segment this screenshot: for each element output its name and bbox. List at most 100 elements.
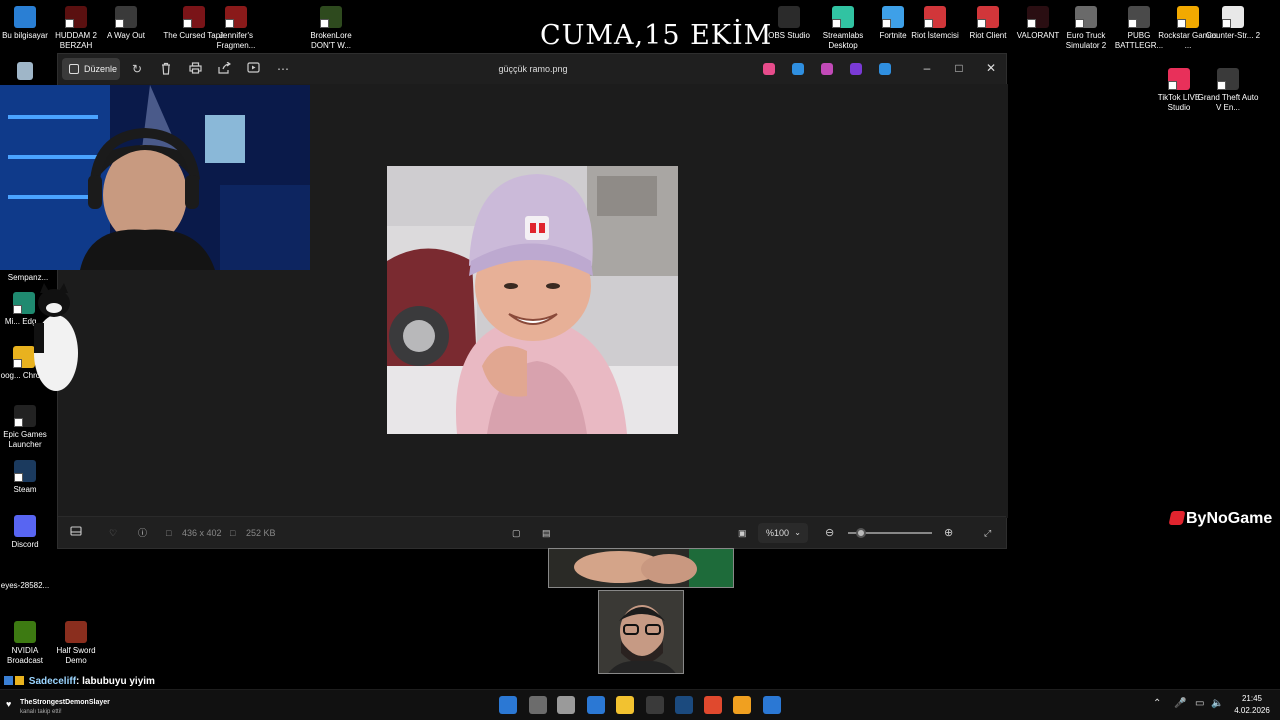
app-icon bbox=[14, 621, 36, 643]
snipping-tool-icon[interactable] bbox=[557, 696, 575, 714]
zoom-out-icon[interactable]: ⊖ bbox=[825, 526, 834, 540]
webcam-overlay-guest bbox=[598, 590, 684, 674]
favorite-icon[interactable]: ♡ bbox=[109, 526, 117, 540]
desktop-icon-label: Jennifer's Fragmen... bbox=[216, 31, 256, 50]
system-clock[interactable]: 21:45 4.02.2026 bbox=[1228, 693, 1276, 717]
desktop-icon[interactable]: Grand Theft Auto V En... bbox=[1197, 68, 1259, 113]
desktop-icon-label: Counter-Str... 2 bbox=[1205, 31, 1261, 40]
bynogame-text: ByNoGame bbox=[1186, 510, 1273, 527]
desktop-icon[interactable]: Epic Games Launcher bbox=[0, 405, 56, 450]
desktop-icon-label: Half Sword Demo bbox=[56, 646, 96, 665]
desktop-icon-label: Sempanz... bbox=[7, 273, 49, 282]
app-icon bbox=[225, 6, 247, 28]
zoom-slider[interactable] bbox=[848, 528, 932, 538]
app-icon bbox=[183, 6, 205, 28]
recycle-bin-icon[interactable] bbox=[0, 62, 56, 83]
task-view-icon[interactable] bbox=[529, 696, 547, 714]
start-icon[interactable] bbox=[499, 696, 517, 714]
chat-text: : labubuyu yiyim bbox=[76, 676, 155, 687]
visual-search-icon[interactable]: ▢ bbox=[512, 526, 521, 540]
filmstrip-icon[interactable] bbox=[70, 526, 82, 540]
photos-app-icon[interactable] bbox=[587, 696, 605, 714]
minimize-button[interactable]: – bbox=[920, 61, 934, 75]
text-scan-icon[interactable]: ▤ bbox=[542, 526, 551, 540]
app-icon bbox=[924, 6, 946, 28]
designer-icon[interactable] bbox=[792, 63, 804, 75]
app-icon bbox=[1222, 6, 1244, 28]
desktop-icon-label: Discord bbox=[11, 540, 39, 549]
chat-message: Sadeceliff: labubuyu yiyim bbox=[4, 676, 155, 687]
zoom-in-icon[interactable]: ⊕ bbox=[944, 526, 953, 540]
zoom-slider-thumb[interactable] bbox=[855, 528, 866, 538]
window-title: güççük ramo.png bbox=[498, 64, 568, 74]
app-icon bbox=[65, 6, 87, 28]
title-bar: Düzenle ↻ ⋯ güççük ramo.png – □ ✕ bbox=[58, 54, 1006, 84]
clipchamp-icon[interactable] bbox=[821, 63, 833, 75]
microphone-icon[interactable]: 🎤 bbox=[1174, 698, 1186, 709]
display-icon[interactable]: ▭ bbox=[1195, 698, 1204, 709]
desktop-icon-label: Grand Theft Auto V En... bbox=[1197, 93, 1259, 112]
app-icon bbox=[14, 556, 36, 578]
zoom-dropdown[interactable]: %100 ⌄ bbox=[758, 523, 808, 543]
follow-alert: ♥ TheStrongestDemonSlayer kanalı takip e… bbox=[6, 698, 110, 717]
photos-taskbar-icon[interactable] bbox=[763, 696, 781, 714]
app-icon bbox=[778, 6, 800, 28]
cat-sticker bbox=[30, 283, 82, 398]
trash-icon bbox=[17, 62, 33, 80]
desktop-icon[interactable]: BrokenLore DON'T W... bbox=[300, 6, 362, 51]
desktop-icon[interactable]: OBS Studio bbox=[758, 6, 820, 41]
app-icon bbox=[977, 6, 999, 28]
app-icon bbox=[115, 6, 137, 28]
bynogame-logo: ByNoGame bbox=[1168, 510, 1273, 528]
info-icon[interactable]: ⓘ bbox=[138, 526, 147, 540]
media-player-icon[interactable] bbox=[733, 696, 751, 714]
taskbar: ♥ TheStrongestDemonSlayer kanalı takip e… bbox=[0, 689, 1280, 720]
file-size: 252 KB bbox=[246, 528, 276, 538]
desktop-icon[interactable]: Counter-Str... 2 bbox=[1202, 6, 1264, 41]
desktop-icon[interactable]: Jennifer's Fragmen... bbox=[205, 6, 267, 51]
desktop: CUMA,15 EKİM Bu bilgisayar HUDDAM 2 BERZA… bbox=[0, 0, 1280, 720]
close-button[interactable]: ✕ bbox=[984, 61, 998, 75]
file-explorer-icon[interactable] bbox=[616, 696, 634, 714]
app-icon bbox=[14, 405, 36, 427]
chat-badge-icon bbox=[4, 676, 13, 685]
volume-icon[interactable]: 🔈 bbox=[1211, 698, 1223, 709]
status-bar: ♡ ⓘ □ 436 x 402 □ 252 KB ▢ ▤ ▣ %100 ⌄ ⊖ … bbox=[58, 516, 1006, 548]
clock-time: 21:45 bbox=[1241, 694, 1263, 703]
video-editor-icon[interactable] bbox=[850, 63, 862, 75]
brave-icon[interactable] bbox=[704, 696, 722, 714]
zoom-value: %100 bbox=[766, 528, 790, 538]
chevron-down-icon: ⌄ bbox=[794, 528, 801, 537]
onedrive-icon[interactable] bbox=[879, 63, 891, 75]
copilot-icon[interactable] bbox=[763, 63, 775, 75]
desktop-icon[interactable]: eyes-28582... bbox=[0, 556, 56, 591]
app-icon bbox=[14, 460, 36, 482]
chevron-up-icon[interactable]: ⌃ bbox=[1153, 698, 1161, 709]
desktop-icon[interactable]: Steam bbox=[0, 460, 56, 495]
app-icon bbox=[832, 6, 854, 28]
desktop-icon[interactable]: Half Sword Demo bbox=[45, 621, 107, 666]
desktop-icon[interactable]: A Way Out bbox=[95, 6, 157, 41]
app-icon bbox=[1168, 68, 1190, 90]
app-icon bbox=[1177, 6, 1199, 28]
app-icon bbox=[65, 621, 87, 643]
fit-to-window-icon[interactable]: ▣ bbox=[738, 526, 747, 540]
desktop-icon-label: BrokenLore DON'T W... bbox=[310, 31, 352, 50]
obs-taskbar-icon[interactable] bbox=[646, 696, 664, 714]
follow-sub: kanalı takip etti! bbox=[20, 709, 62, 715]
desktop-icon[interactable]: Discord bbox=[0, 515, 56, 550]
app-icon bbox=[14, 6, 36, 28]
app-icon bbox=[1027, 6, 1049, 28]
app-icon bbox=[14, 515, 36, 537]
webcam-overlay-streamer bbox=[0, 85, 310, 270]
clock-date: 4.02.2026 bbox=[1234, 706, 1270, 715]
desktop-icon-label: Steam bbox=[13, 485, 37, 494]
full-screen-icon[interactable]: ⤢ bbox=[984, 526, 991, 540]
resolution-icon: □ bbox=[166, 528, 172, 538]
wallpaper-date: CUMA,15 EKİM bbox=[540, 20, 773, 51]
maximize-button[interactable]: □ bbox=[952, 61, 966, 75]
steam-taskbar-icon[interactable] bbox=[675, 696, 693, 714]
app-icon bbox=[1217, 68, 1239, 90]
desktop-icon-label: eyes-28582... bbox=[0, 581, 50, 590]
desktop-icon-label: A Way Out bbox=[107, 31, 145, 40]
